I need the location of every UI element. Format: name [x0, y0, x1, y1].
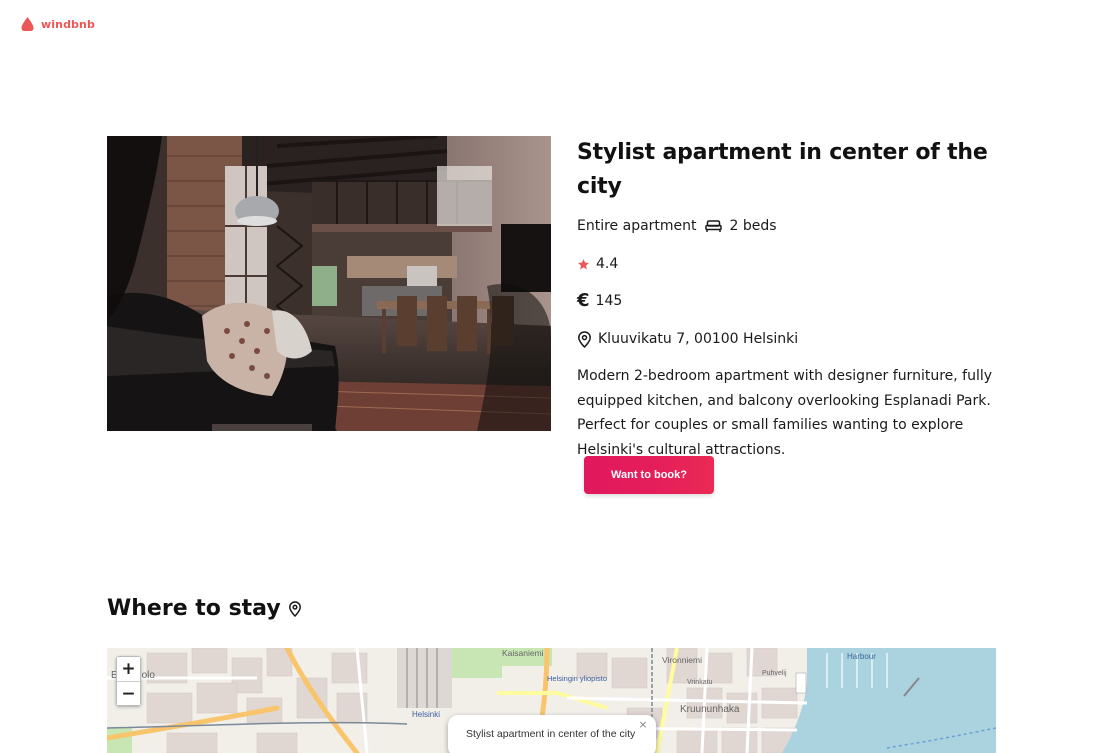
zoom-in-button[interactable]: +: [117, 657, 140, 681]
euro-icon: €: [577, 290, 590, 311]
price-value: 145: [595, 293, 623, 309]
listing-details: Stylist apartment in center of the city …: [577, 136, 1007, 462]
popup-close-button[interactable]: ×: [636, 718, 650, 732]
map-label-kruununhaka: Kruununhaka: [680, 704, 740, 715]
listing-beds: 2 beds: [729, 218, 777, 234]
location-pin-icon: [578, 330, 591, 348]
rating-value: 4.4: [596, 256, 619, 272]
price-row: € 145: [577, 290, 1007, 312]
brand-name: windbnb: [41, 17, 95, 31]
book-button[interactable]: Want to book?: [584, 456, 714, 494]
listing-title: Stylist apartment in center of the city: [577, 140, 988, 199]
map[interactable]: Kaisaniemi Helsingin yliopisto Vironniem…: [107, 648, 996, 753]
bed-icon: [704, 220, 722, 232]
listing-photo: [107, 136, 551, 431]
zoom-controls: + −: [116, 656, 141, 706]
address-row: Kluuvikatu 7, 00100 Helsinki: [577, 328, 1007, 350]
listing-type: Entire apartment: [577, 218, 697, 234]
location-section-title: Where to stay: [107, 596, 302, 621]
map-popup: Stylist apartment in center of the city …: [448, 715, 656, 753]
address-text: Kluuvikatu 7, 00100 Helsinki: [598, 331, 799, 347]
map-label-kaisaniemi: Kaisaniemi: [502, 648, 544, 658]
zoom-out-button[interactable]: −: [117, 681, 140, 705]
map-label-vironniemi: Vironniemi: [662, 655, 703, 665]
star-icon: [578, 258, 589, 269]
map-label-university: Helsingin yliopisto: [547, 674, 608, 683]
map-label-vrinkatu: Vrinkatu: [687, 679, 713, 686]
section-title-text: Where to stay: [107, 596, 281, 621]
location-pin-icon: [288, 600, 301, 617]
map-label-puhvelij: Puhvelij: [762, 670, 787, 677]
listing-type-row: Entire apartment 2 beds: [577, 216, 1007, 236]
windbnb-logo[interactable]: windbnb: [20, 16, 95, 32]
listing-description: Modern 2-bedroom apartment with designer…: [577, 368, 993, 458]
popup-text: Stylist apartment in center of the city: [466, 728, 636, 740]
logo-icon: [21, 17, 34, 31]
map-label-helsinki: Helsinki: [412, 710, 441, 719]
rating-row: 4.4: [577, 254, 1007, 274]
map-label-harbour: Harbour: [847, 652, 876, 661]
